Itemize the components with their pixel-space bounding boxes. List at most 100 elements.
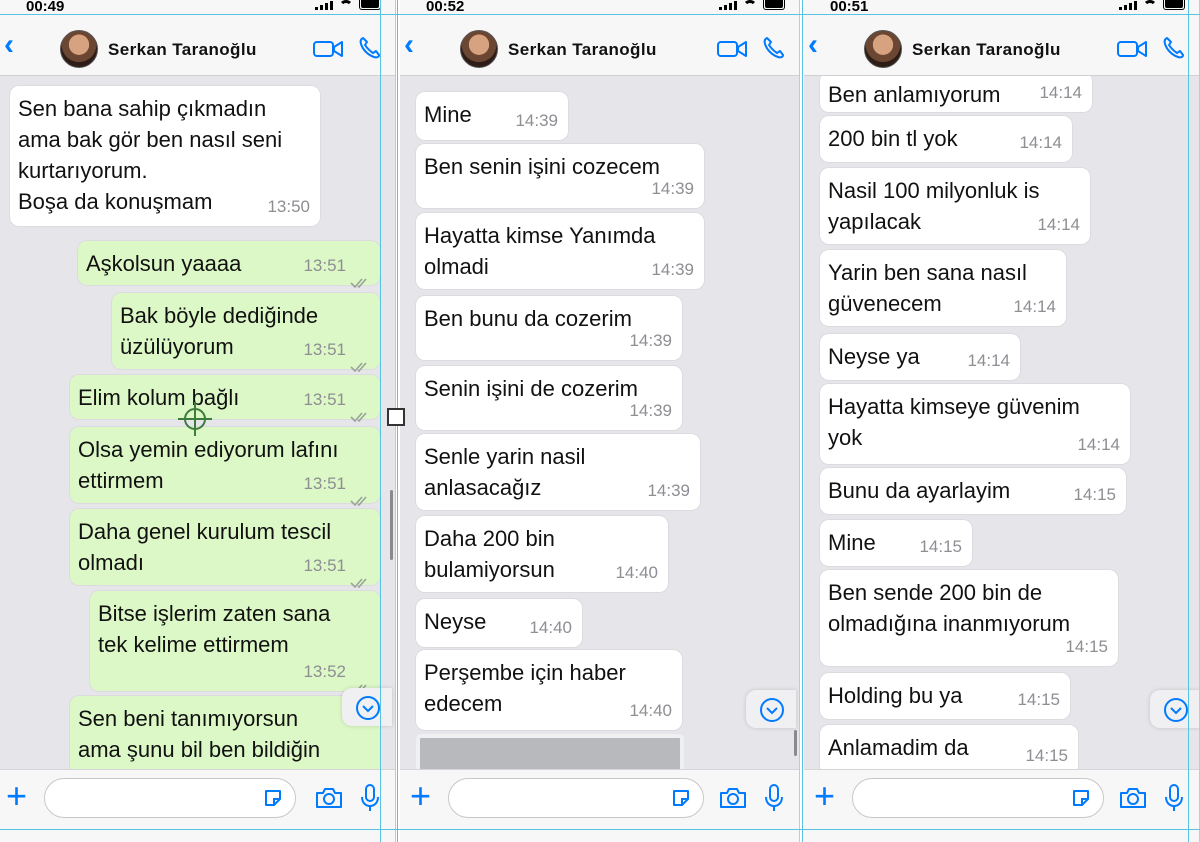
- read-ticks-icon: [349, 350, 373, 373]
- plus-icon[interactable]: +: [410, 778, 438, 814]
- crosshair-cursor-icon: [178, 402, 212, 436]
- outgoing-message[interactable]: Bak böyle dediğinde üzülüyorum 13:51: [112, 293, 380, 373]
- back-chevron-icon[interactable]: ‹: [808, 30, 828, 60]
- camera-icon[interactable]: [719, 786, 747, 810]
- phone-icon[interactable]: [358, 36, 380, 60]
- message-timestamp: 13:51: [303, 556, 346, 575]
- incoming-message[interactable]: Daha 200 bin bulamiyorsun 14:40: [416, 516, 668, 592]
- outgoing-message[interactable]: Aşkolsun yaaaa 13:51: [78, 241, 380, 289]
- message-list[interactable]: Ben anlamıyorum 14:14 200 bin tl yok 14:14 N…: [804, 76, 1199, 769]
- incoming-message[interactable]: Hayatta kimse Yanımda olmadi 14:39: [416, 213, 704, 289]
- message-timestamp: 14:15: [1017, 690, 1060, 709]
- message-timestamp: 14:14: [1013, 297, 1056, 316]
- scrollbar[interactable]: [390, 490, 393, 560]
- message-timestamp: 14:40: [615, 563, 658, 582]
- read-ticks-icon: [349, 566, 373, 589]
- contact-name[interactable]: Serkan Taranoğlu: [508, 40, 657, 60]
- camera-icon[interactable]: [1119, 786, 1147, 810]
- avatar[interactable]: [864, 30, 902, 68]
- guide-line: [1188, 0, 1189, 842]
- microphone-icon[interactable]: [361, 784, 379, 812]
- battery-icon: [763, 0, 785, 10]
- message-timestamp: 14:39: [629, 331, 672, 350]
- message-timestamp: 14:39: [651, 179, 694, 198]
- message-timestamp: 13:50: [267, 197, 310, 216]
- chat-header: ‹ Serkan Taranoğlu: [804, 16, 1199, 76]
- microphone-icon[interactable]: [1165, 784, 1183, 812]
- scroll-down-button[interactable]: [746, 690, 796, 728]
- image-message-preview[interactable]: [416, 734, 684, 769]
- guide-line: [0, 829, 1200, 830]
- incoming-message[interactable]: Holding bu ya 14:15: [820, 673, 1070, 719]
- chat-header: ‹ Serkan Taranoğlu: [0, 16, 395, 76]
- video-call-icon[interactable]: [1117, 40, 1147, 58]
- message-list[interactable]: Mine 14:39 Ben senin işini cozecem 14:39 Hay…: [400, 76, 799, 769]
- sticker-icon[interactable]: [263, 788, 283, 808]
- wifi-icon: [339, 0, 353, 10]
- outgoing-message[interactable]: Daha genel kurulum tescil olmadı 13:51: [70, 509, 380, 589]
- wifi-icon: [1143, 0, 1157, 10]
- incoming-message[interactable]: Hayatta kimseye güvenim yok 14:14: [820, 384, 1130, 464]
- incoming-message[interactable]: Mine 14:15: [820, 520, 972, 566]
- signal-icon: [719, 0, 737, 10]
- scroll-down-button[interactable]: [1150, 690, 1199, 728]
- outgoing-message[interactable]: Bitse işlerim zaten sana tek kelime etti…: [90, 591, 380, 695]
- plus-icon[interactable]: +: [6, 778, 34, 814]
- message-timestamp: 14:14: [1039, 83, 1082, 102]
- incoming-message[interactable]: Yarin ben sana nasıl güvenecem 14:14: [820, 250, 1066, 326]
- incoming-message[interactable]: Anlamadim da 14:15: [820, 725, 1078, 769]
- video-call-icon[interactable]: [313, 40, 343, 58]
- avatar[interactable]: [60, 30, 98, 68]
- incoming-message[interactable]: Nasil 100 milyonluk is yapılacak 14:14: [820, 168, 1090, 244]
- outgoing-message[interactable]: Sen beni tanımıyorsun ama şunu bil ben b…: [70, 696, 380, 769]
- chat-header: ‹ Serkan Taranoğlu: [400, 16, 799, 76]
- message-timestamp: 14:40: [529, 618, 572, 637]
- resize-handle[interactable]: [387, 408, 405, 426]
- chat-screenshot-2: 00:52 ‹ Serkan Taranoğlu Mine 14:39 Ben se…: [400, 0, 800, 842]
- message-timestamp: 13:51: [303, 256, 346, 275]
- phone-icon[interactable]: [762, 36, 784, 60]
- plus-icon[interactable]: +: [814, 778, 842, 814]
- scroll-down-button[interactable]: [342, 688, 392, 726]
- message-input[interactable]: [852, 778, 1104, 818]
- incoming-message[interactable]: Ben bunu da cozerim 14:39: [416, 296, 682, 360]
- incoming-message[interactable]: Ben anlamıyorum 14:14: [820, 76, 1092, 112]
- guide-line: [0, 14, 1200, 15]
- outgoing-message[interactable]: Olsa yemin ediyorum lafını ettirmem 13:51: [70, 427, 380, 507]
- contact-name[interactable]: Serkan Taranoğlu: [108, 40, 257, 60]
- message-input[interactable]: [448, 778, 704, 818]
- input-bar: +: [804, 769, 1199, 829]
- scrollbar[interactable]: [794, 730, 797, 756]
- video-call-icon[interactable]: [717, 40, 747, 58]
- back-chevron-icon[interactable]: ‹: [4, 30, 24, 60]
- incoming-message[interactable]: Ben senin işini cozecem 14:39: [416, 144, 704, 208]
- message-timestamp: 13:52: [303, 662, 346, 681]
- microphone-icon[interactable]: [765, 784, 783, 812]
- incoming-message[interactable]: Perşembe için haber edecem 14:40: [416, 650, 682, 730]
- message-timestamp: 13:51: [303, 474, 346, 493]
- incoming-message[interactable]: Sen bana sahip çıkmadın ama bak gör ben …: [10, 86, 320, 226]
- phone-icon[interactable]: [1162, 36, 1184, 60]
- incoming-message[interactable]: Senin işini de cozerim 14:39: [416, 366, 682, 430]
- incoming-message[interactable]: Bunu da ayarlayim 14:15: [820, 468, 1126, 514]
- message-text: Bitse işlerim zaten sana tek kelime etti…: [98, 601, 331, 657]
- outgoing-message[interactable]: Elim kolum bağlı 13:51: [70, 375, 380, 423]
- contact-name[interactable]: Serkan Taranoğlu: [912, 40, 1061, 60]
- message-timestamp: 14:39: [515, 111, 558, 130]
- message-input[interactable]: [44, 778, 296, 818]
- camera-icon[interactable]: [315, 786, 343, 810]
- back-chevron-icon[interactable]: ‹: [404, 30, 424, 60]
- sticker-icon[interactable]: [1071, 788, 1091, 808]
- message-timestamp: 13:51: [303, 390, 346, 409]
- incoming-message[interactable]: Senle yarin nasil anlasacağız 14:39: [416, 434, 700, 510]
- avatar[interactable]: [460, 30, 498, 68]
- message-timestamp: 14:15: [1073, 485, 1116, 504]
- message-text: Sen beni tanımıyorsun ama şunu bil ben b…: [78, 706, 321, 762]
- incoming-message[interactable]: Neyse ya 14:14: [820, 334, 1020, 380]
- status-time: 00:52: [426, 0, 465, 15]
- incoming-message[interactable]: Neyse 14:40: [416, 599, 582, 647]
- incoming-message[interactable]: Ben sende 200 bin de olmadığına inanmıyo…: [820, 570, 1118, 666]
- incoming-message[interactable]: 200 bin tl yok 14:14: [820, 116, 1072, 162]
- incoming-message[interactable]: Mine 14:39: [416, 92, 568, 140]
- sticker-icon[interactable]: [671, 788, 691, 808]
